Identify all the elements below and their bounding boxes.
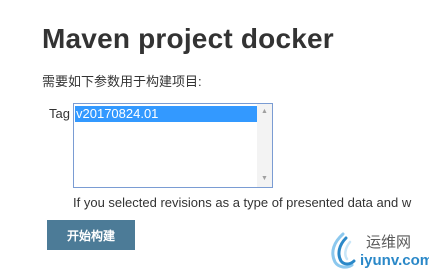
page-title: Maven project docker <box>42 23 334 54</box>
parameter-help-text: If you selected revisions as a type of p… <box>73 195 412 210</box>
swirl-logo-icon <box>331 232 356 269</box>
scroll-up-arrow-icon[interactable]: ▲ <box>257 106 272 118</box>
build-parameters-page: Maven project docker 需要如下参数用于构建项目: Tag v… <box>0 0 429 276</box>
start-build-button[interactable]: 开始构建 <box>47 220 135 250</box>
page-description: 需要如下参数用于构建项目: <box>42 74 202 89</box>
watermark-chinese-text: 运维网 <box>366 234 412 251</box>
tag-option-selected[interactable]: v20170824.01 <box>75 106 259 122</box>
tag-parameter-label: Tag <box>49 106 70 121</box>
tag-select-listbox[interactable]: v20170824.01 ▲ ▼ <box>73 103 273 188</box>
watermark: 运维网 iyunv.com <box>326 226 429 276</box>
scroll-down-arrow-icon[interactable]: ▼ <box>257 173 272 185</box>
listbox-scrollbar[interactable]: ▲ ▼ <box>257 104 272 187</box>
watermark-domain-text: iyunv.com <box>360 252 429 269</box>
